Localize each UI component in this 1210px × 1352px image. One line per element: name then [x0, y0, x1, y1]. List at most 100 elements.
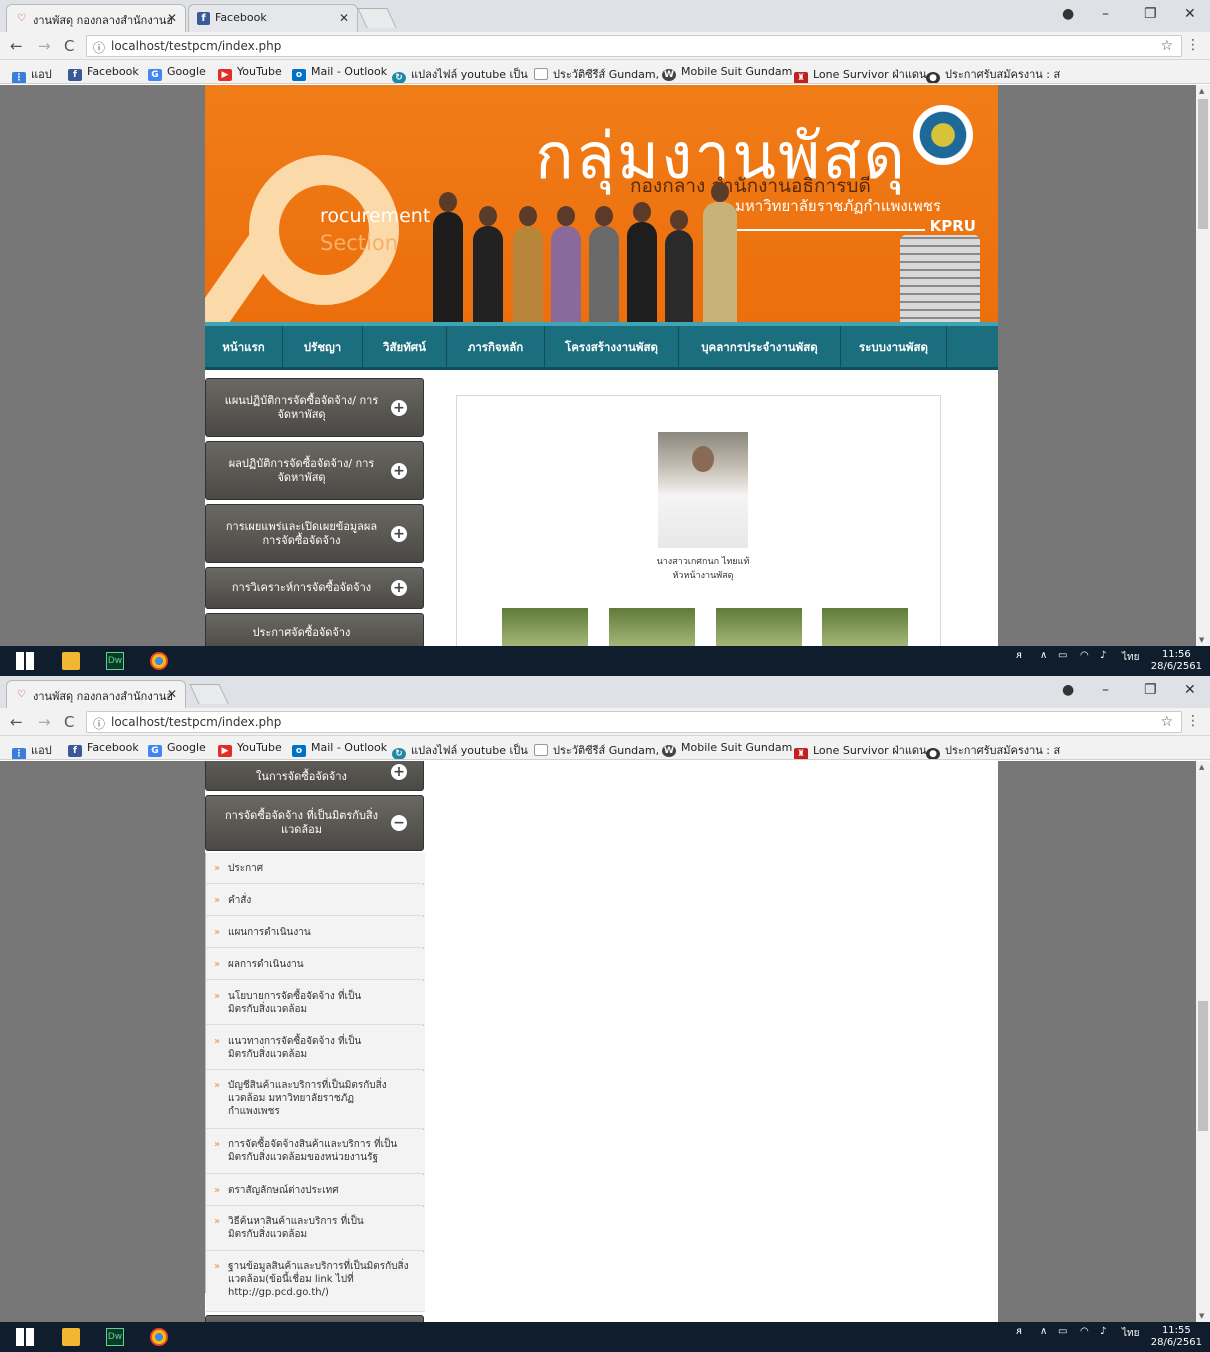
tray-chevron-icon[interactable]: ∧ — [1040, 650, 1047, 661]
sidebar-item-green-procurement[interactable]: การจัดซื้อจัดจ้าง ที่เป็นมิตรกับสิ่งแวดล… — [205, 795, 424, 851]
bookmark-gundam-history[interactable]: ประวัติซีรีส์ Gundam, ก — [534, 65, 669, 83]
close-icon[interactable]: ✕ — [167, 11, 177, 25]
minus-icon[interactable]: − — [391, 815, 407, 831]
bookmark-youtube[interactable]: ▶ YouTube — [218, 65, 282, 81]
clock[interactable]: 11:55 28/6/2561 — [1151, 1325, 1202, 1349]
dreamweaver-icon[interactable]: Dw — [106, 652, 124, 670]
info-icon[interactable]: ⓘ — [93, 39, 105, 56]
bookmark-facebook[interactable]: f Facebook — [68, 741, 139, 757]
submenu-item[interactable]: » ตราสัญลักษณ์ต่างประเทศ — [206, 1175, 425, 1206]
bookmark-lone-survivor[interactable]: ♜ Lone Survivor ฝ่าแดน — [794, 741, 927, 759]
people-icon[interactable]: ᴙ — [1016, 650, 1022, 661]
sidebar-item-disclosure[interactable]: การเผยแพร่และเปิดเผยข้อมูลผล การจัดซื้อจ… — [205, 504, 424, 563]
people-icon[interactable]: ᴙ — [1016, 1326, 1022, 1337]
profile-icon[interactable]: ● — [1062, 6, 1074, 22]
battery-icon[interactable]: ▭ — [1058, 650, 1067, 661]
volume-icon[interactable]: ♪ — [1100, 650, 1106, 661]
page-scrollbar[interactable]: ▲ ▼ — [1196, 761, 1210, 1322]
minimize-icon[interactable]: – — [1102, 6, 1109, 22]
volume-icon[interactable]: ♪ — [1100, 1326, 1106, 1337]
submenu-item[interactable]: » ประกาศ — [206, 853, 425, 884]
bookmark-star-icon[interactable]: ☆ — [1160, 714, 1173, 730]
plus-icon[interactable]: + — [391, 462, 407, 479]
battery-icon[interactable]: ▭ — [1058, 1326, 1067, 1337]
clock[interactable]: 11:56 28/6/2561 — [1151, 649, 1202, 673]
new-tab-button[interactable] — [357, 8, 397, 28]
scroll-down-icon[interactable]: ▼ — [1199, 1312, 1204, 1320]
bookmark-outlook[interactable]: o Mail - Outlook — [292, 65, 387, 81]
plus-icon[interactable]: + — [391, 580, 407, 596]
submenu-item[interactable]: » แผนการดำเนินงาน — [206, 917, 425, 948]
submenu-item[interactable]: » การจัดซื้อจัดจ้างสินค้าและบริการ ที่เป็… — [206, 1130, 425, 1174]
reload-icon[interactable]: C — [64, 37, 74, 55]
bookmark-gundam-history[interactable]: ประวัติซีรีส์ Gundam, ก — [534, 741, 669, 759]
nav-home[interactable]: หน้าแรก — [205, 326, 283, 367]
submenu-item[interactable]: » บัญชีสินค้าและบริการที่เป็นมิตรกับสิ่ง … — [206, 1071, 425, 1129]
submenu-item[interactable]: » นโยบายการจัดซื้อจัดจ้าง ที่เป็นมิตรกับส… — [206, 981, 425, 1025]
sidebar-item-announcement[interactable]: ประกาศจัดซื้อจัดจ้าง — [205, 613, 424, 646]
sidebar-item-plan[interactable]: แผนปฏิบัติการจัดซื้อจัดจ้าง/ การจัดหาพัส… — [205, 378, 424, 437]
restore-icon[interactable]: ❐ — [1144, 682, 1157, 698]
nav-structure[interactable]: โครงสร้างงานพัสดุ — [545, 326, 679, 367]
forward-arrow-icon[interactable]: → — [38, 37, 51, 55]
submenu-item[interactable]: » ผลการดำเนินงาน — [206, 949, 425, 980]
page-scrollbar[interactable]: ▲ ▼ — [1196, 85, 1210, 646]
chrome-icon[interactable] — [150, 1328, 168, 1346]
profile-icon[interactable]: ● — [1062, 682, 1074, 698]
nav-vision[interactable]: วิสัยทัศน์ — [363, 326, 447, 367]
sidebar-item-result[interactable]: ผลปฏิบัติการจัดซื้อจัดจ้าง/ การจัดหาพัสด… — [205, 441, 424, 500]
bookmark-star-icon[interactable]: ☆ — [1160, 38, 1173, 54]
submenu-item[interactable]: » วิธีค้นหาสินค้าและบริการ ที่เป็นมิตรกับ… — [206, 1207, 425, 1251]
sidebar-item-analysis[interactable]: การวิเคราะห์การจัดซื้อจัดจ้าง + — [205, 567, 424, 609]
dreamweaver-icon[interactable]: Dw — [106, 1328, 124, 1346]
bookmark-converter[interactable]: ↻ แปลงไฟล์ youtube เป็น — [392, 741, 528, 759]
restore-icon[interactable]: ❐ — [1144, 6, 1157, 22]
wifi-icon[interactable]: ◠ — [1080, 1326, 1089, 1337]
bookmark-mobile-suit[interactable]: W Mobile Suit Gundam — [662, 65, 792, 81]
scrollbar-thumb[interactable] — [1198, 99, 1208, 229]
forward-arrow-icon[interactable]: → — [38, 713, 51, 731]
window-close-icon[interactable]: ✕ — [1184, 6, 1196, 22]
window-close-icon[interactable]: ✕ — [1184, 682, 1196, 698]
submenu-item[interactable]: » คำสั่ง — [206, 885, 425, 916]
bookmark-google[interactable]: G Google — [148, 741, 206, 757]
menu-dots-icon[interactable]: ⋮ — [1186, 37, 1200, 53]
bookmark-apps[interactable]: ⋮ แอป — [12, 741, 52, 759]
chrome-icon[interactable] — [150, 652, 168, 670]
bookmark-outlook[interactable]: o Mail - Outlook — [292, 741, 387, 757]
bookmark-facebook[interactable]: f Facebook — [68, 65, 139, 81]
nav-system[interactable]: ระบบงานพัสดุ — [841, 326, 947, 367]
bookmark-mobile-suit[interactable]: W Mobile Suit Gundam — [662, 741, 792, 757]
plus-icon[interactable]: + — [391, 764, 407, 780]
bookmark-jobs[interactable]: ● ประกาศรับสมัครงาน : ส — [926, 741, 1060, 759]
nav-staff[interactable]: บุคลากรประจำงานพัสดุ — [679, 326, 841, 367]
tab-procurement[interactable]: ♡ งานพัสดุ กองกลางสำนักงานอ ✕ — [6, 4, 186, 32]
sidebar-item-partial[interactable]: ในการจัดซื้อจัดจ้าง + — [205, 761, 424, 791]
tab-facebook[interactable]: f Facebook ✕ — [188, 4, 358, 32]
plus-icon[interactable]: + — [391, 525, 407, 542]
reload-icon[interactable]: C — [64, 713, 74, 731]
file-explorer-icon[interactable] — [62, 1328, 80, 1346]
tab-procurement[interactable]: ♡ งานพัสดุ กองกลางสำนักงานอ ✕ — [6, 680, 186, 708]
scroll-down-icon[interactable]: ▼ — [1199, 636, 1204, 644]
file-explorer-icon[interactable] — [62, 652, 80, 670]
bookmark-apps[interactable]: ⋮ แอป — [12, 65, 52, 83]
sidebar-item-next[interactable] — [205, 1315, 424, 1322]
wifi-icon[interactable]: ◠ — [1080, 650, 1089, 661]
bookmark-google[interactable]: G Google — [148, 65, 206, 81]
scroll-up-icon[interactable]: ▲ — [1199, 87, 1204, 95]
plus-icon[interactable]: + — [391, 399, 407, 416]
bookmark-converter[interactable]: ↻ แปลงไฟล์ youtube เป็น — [392, 65, 528, 83]
bookmark-jobs[interactable]: ● ประกาศรับสมัครงาน : ส — [926, 65, 1060, 83]
close-icon[interactable]: ✕ — [167, 687, 177, 701]
nav-mission[interactable]: ภารกิจหลัก — [447, 326, 545, 367]
submenu-item[interactable]: » ฐานข้อมูลสินค้าและบริการที่เป็นมิตรกับส… — [206, 1252, 425, 1312]
language-indicator[interactable]: ไทย — [1122, 1326, 1139, 1341]
new-tab-button[interactable] — [189, 684, 229, 704]
url-bar[interactable]: ⓘ localhost/testpcm/index.php ☆ — [86, 35, 1182, 57]
minimize-icon[interactable]: – — [1102, 682, 1109, 698]
tray-chevron-icon[interactable]: ∧ — [1040, 1326, 1047, 1337]
bookmark-lone-survivor[interactable]: ♜ Lone Survivor ฝ่าแดน — [794, 65, 927, 83]
back-arrow-icon[interactable]: ← — [10, 713, 23, 731]
back-arrow-icon[interactable]: ← — [10, 37, 23, 55]
